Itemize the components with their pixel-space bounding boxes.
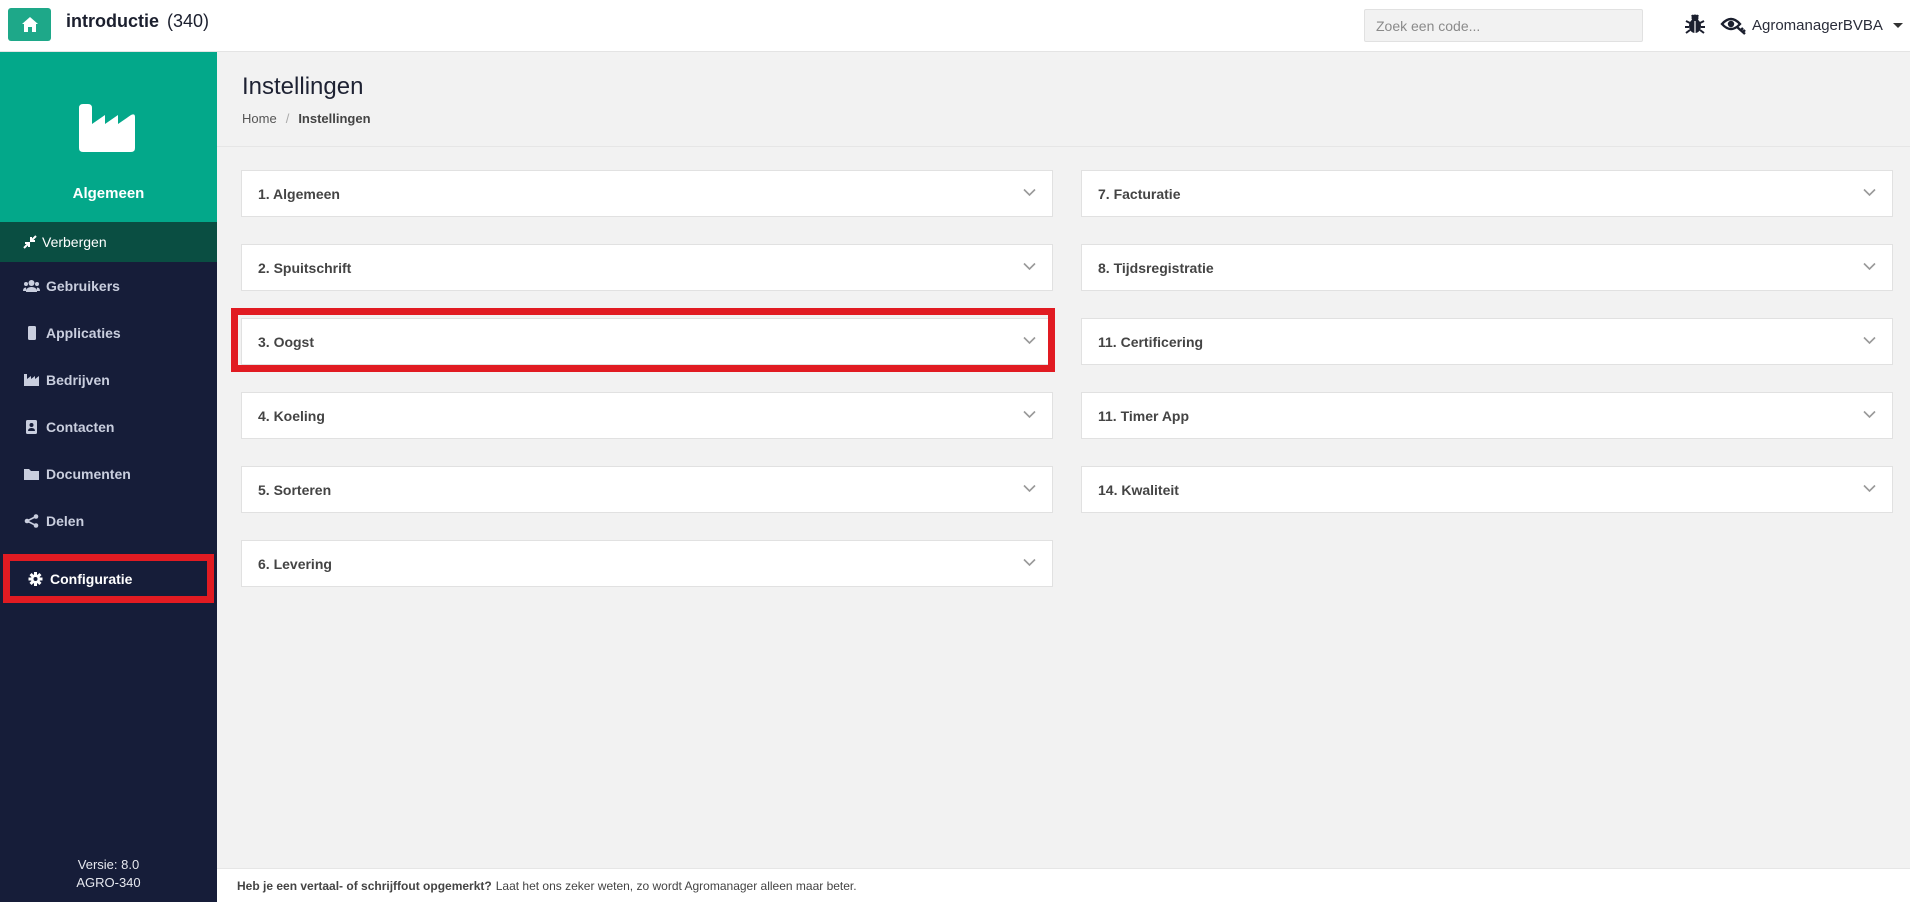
account-name: AgromanagerBVBA: [1752, 16, 1883, 34]
industry-icon: [24, 373, 39, 386]
compress-icon: [23, 235, 37, 249]
sidebar-item-label: Applicaties: [46, 324, 121, 341]
settings-panel-spuitschrift[interactable]: 2. Spuitschrift: [241, 244, 1053, 291]
sidebar-item-label: Contacten: [46, 418, 115, 435]
sidebar-item-documenten[interactable]: Documenten: [0, 450, 217, 497]
footer-question: Heb je een vertaal- of schrijffout opgem…: [237, 878, 492, 893]
version-code: AGRO-340: [76, 875, 141, 890]
folder-icon: [24, 468, 39, 480]
chevron-down-icon: [1863, 410, 1876, 419]
caret-down-icon: [1892, 22, 1903, 28]
panel-title: 11. Timer App: [1098, 407, 1190, 424]
sidebar-item-label: Bedrijven: [46, 371, 110, 388]
panel-title: 7. Facturatie: [1098, 185, 1181, 202]
settings-panel-tijdsregistratie[interactable]: 8. Tijdsregistratie: [1081, 244, 1893, 291]
home-button[interactable]: [8, 8, 51, 41]
breadcrumb-separator: /: [285, 111, 290, 126]
hide-sidebar-button[interactable]: Verbergen: [0, 222, 217, 262]
sidebar: Algemeen Verbergen Gebruikers Applicatie…: [0, 52, 217, 902]
breadcrumb: Home / Instellingen: [242, 111, 1910, 126]
sidebar-item-label: Documenten: [46, 465, 131, 482]
settings-panel-sorteren[interactable]: 5. Sorteren: [241, 466, 1053, 513]
sidebar-item-label: Delen: [46, 512, 85, 529]
sidebar-header: Algemeen: [0, 52, 217, 222]
hide-label: Verbergen: [42, 234, 107, 250]
home-icon: [21, 17, 38, 32]
settings-panel-koeling[interactable]: 4. Koeling: [241, 392, 1053, 439]
sidebar-item-label: Configuratie: [50, 570, 133, 587]
version-number: Versie: 8.0: [77, 857, 140, 872]
account-menu[interactable]: AgromanagerBVBA: [1720, 12, 1903, 38]
highlight-box: [231, 308, 1055, 372]
app-title-text: introductie: [66, 11, 159, 31]
panel-title: 8. Tijdsregistratie: [1098, 259, 1214, 276]
chevron-down-icon: [1863, 262, 1876, 271]
mobile-icon: [28, 325, 36, 340]
user-secret-icon: [1720, 17, 1746, 35]
settings-panel-levering[interactable]: 6. Levering: [241, 540, 1053, 587]
settings-panel-kwaliteit[interactable]: 14. Kwaliteit: [1081, 466, 1893, 513]
search-input[interactable]: [1364, 9, 1643, 42]
settings-panel-certificering[interactable]: 11. Certificering: [1081, 318, 1893, 365]
chevron-down-icon: [1023, 558, 1036, 567]
sidebar-nav: Gebruikers Applicaties Bedrijven Contact…: [0, 262, 217, 603]
top-bar: introductie (340) AgromanagerBVBA: [0, 0, 1910, 52]
chevron-down-icon: [1863, 336, 1876, 345]
sidebar-item-gebruikers[interactable]: Gebruikers: [0, 262, 217, 309]
panel-title: 1. Algemeen: [258, 185, 340, 202]
address-book-icon: [26, 419, 37, 434]
footer: Heb je een vertaal- of schrijffout opgem…: [217, 868, 1910, 902]
chevron-down-icon: [1023, 484, 1036, 493]
sidebar-item-configuratie[interactable]: Configuratie: [3, 554, 214, 603]
version-info: Versie: 8.0 AGRO-340: [0, 856, 217, 892]
chevron-down-icon: [1023, 188, 1036, 197]
panel-title: 2. Spuitschrift: [258, 259, 352, 276]
main-content: Instellingen Home / Instellingen 1. Algeme…: [217, 52, 1910, 868]
sidebar-section-label: Algemeen: [72, 185, 145, 202]
sidebar-item-delen[interactable]: Delen: [0, 497, 217, 544]
footer-text: Laat het ons zeker weten, zo wordt Agrom…: [495, 878, 857, 893]
bug-icon[interactable]: [1683, 12, 1707, 36]
sidebar-item-label: Gebruikers: [46, 277, 120, 294]
sidebar-item-contacten[interactable]: Contacten: [0, 403, 217, 450]
panel-title: 5. Sorteren: [258, 481, 332, 498]
page-header: Instellingen Home / Instellingen: [217, 52, 1910, 147]
industry-icon: [79, 104, 135, 152]
breadcrumb-current: Instellingen: [298, 111, 371, 126]
app-title-count: (340): [167, 11, 210, 31]
gear-icon: [28, 571, 43, 586]
page-title: Instellingen: [242, 73, 364, 100]
sidebar-item-applicaties[interactable]: Applicaties: [0, 309, 217, 356]
users-icon: [23, 279, 40, 292]
settings-panel-algemeen[interactable]: 1. Algemeen: [241, 170, 1053, 217]
panel-title: 11. Certificering: [1098, 333, 1204, 350]
panel-title: 4. Koeling: [258, 407, 325, 424]
chevron-down-icon: [1863, 188, 1876, 197]
share-icon: [24, 513, 39, 528]
settings-panel-facturatie[interactable]: 7. Facturatie: [1081, 170, 1893, 217]
app-title: introductie (340): [66, 11, 209, 32]
chevron-down-icon: [1023, 410, 1036, 419]
chevron-down-icon: [1863, 484, 1876, 493]
breadcrumb-home-link[interactable]: Home: [242, 111, 277, 126]
chevron-down-icon: [1023, 262, 1036, 271]
panel-title: 6. Levering: [258, 555, 332, 572]
panel-title: 14. Kwaliteit: [1098, 481, 1179, 498]
settings-panel-timer-app[interactable]: 11. Timer App: [1081, 392, 1893, 439]
sidebar-item-bedrijven[interactable]: Bedrijven: [0, 356, 217, 403]
